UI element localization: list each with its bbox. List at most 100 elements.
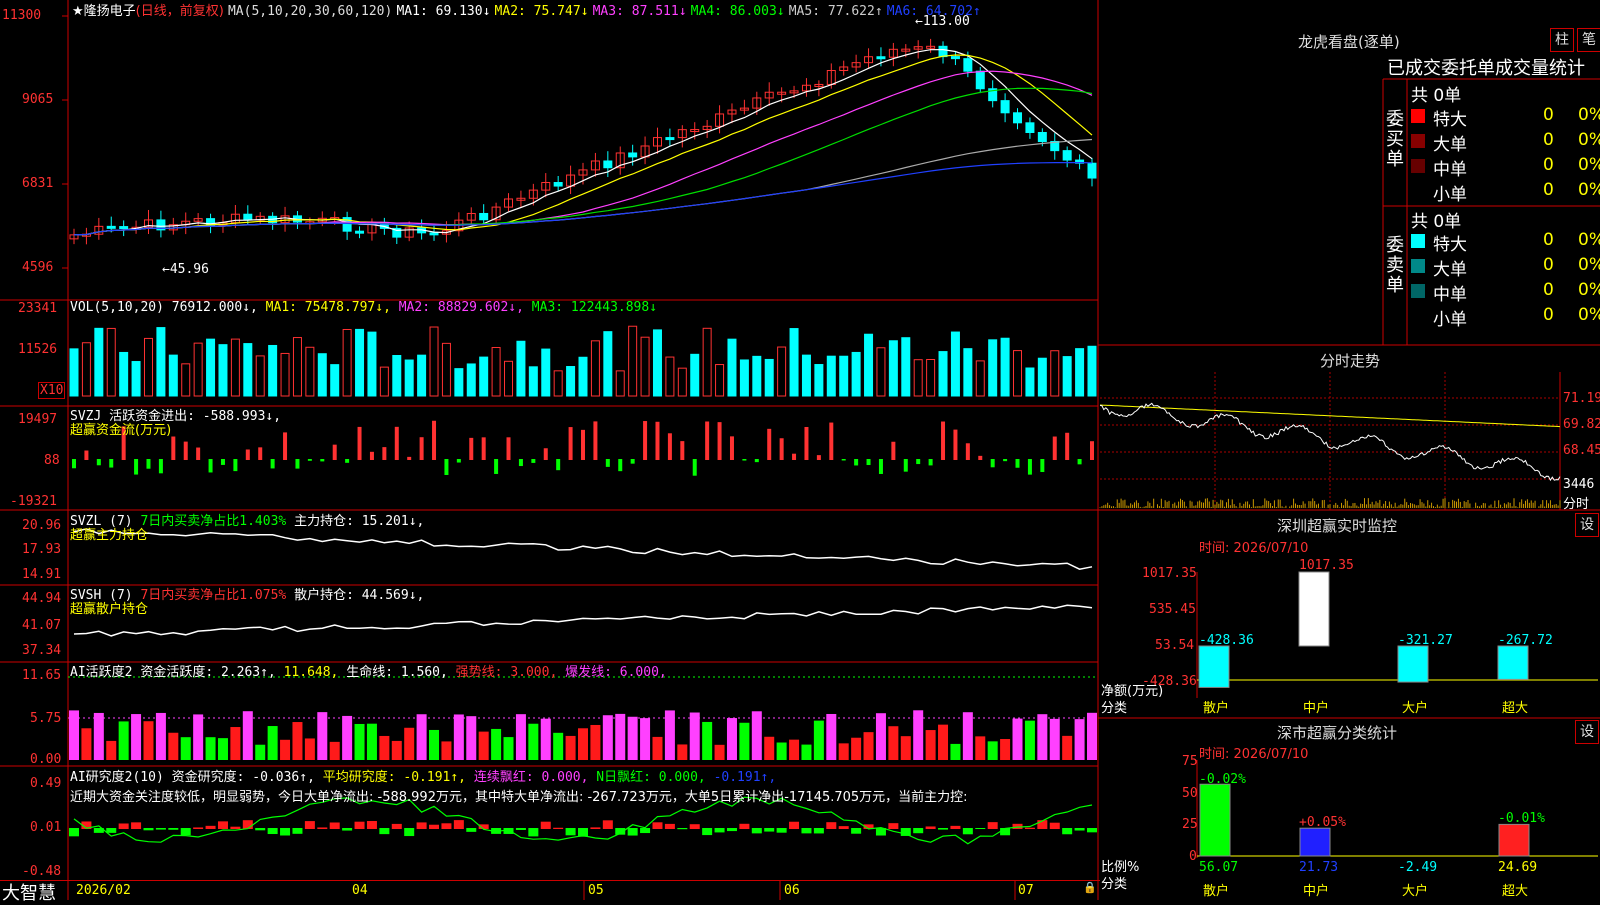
volume-bar: [702, 327, 712, 397]
classify-settings-button[interactable]: 设: [1575, 720, 1599, 744]
research-bar: [267, 828, 278, 835]
research-bar: [751, 828, 762, 834]
research-bar: [1062, 828, 1073, 835]
research-bar: [354, 821, 365, 829]
flow-bar: [543, 448, 548, 460]
activity-bar: [217, 738, 228, 760]
ma1-value: MA1: 69.130↓: [396, 4, 491, 19]
research-bar: [851, 828, 862, 834]
monitor-tick: 1017.35: [1142, 566, 1197, 581]
research-bar: [553, 827, 564, 829]
monitor-value: -267.72: [1498, 633, 1553, 648]
lock-icon[interactable]: 🔒: [1083, 881, 1097, 894]
activity-bar: [764, 736, 775, 760]
volume-bar: [243, 343, 253, 397]
tick-view-button[interactable]: 笔: [1577, 28, 1600, 52]
flow-bar: [146, 459, 151, 469]
candle: [938, 45, 948, 58]
research-bar: [205, 825, 216, 829]
column-view-button[interactable]: 柱: [1550, 28, 1574, 52]
activity-bar: [540, 718, 551, 760]
flow-bar: [581, 429, 585, 460]
flow-bar: [903, 459, 908, 472]
volume-bar: [1062, 356, 1072, 397]
research-bar: [826, 822, 837, 829]
activity-bar: [267, 726, 278, 760]
volume-bar: [628, 325, 638, 397]
research-bar: [391, 823, 402, 829]
activity-bar: [478, 731, 489, 760]
svzj-sub: 超赢资金流(万元): [70, 423, 172, 438]
ai2-last: -0.191↑,: [713, 770, 777, 785]
monitor-value: 1017.35: [1299, 558, 1354, 573]
stock-name[interactable]: 隆扬电子: [84, 4, 136, 19]
volume-bar: [292, 337, 302, 397]
volume-bar: [143, 337, 153, 397]
activity-bar: [640, 718, 651, 760]
flow-bar: [220, 459, 225, 465]
ma5-value: MA5: 77.622↑: [788, 4, 883, 19]
activity-bar: [925, 730, 936, 760]
activity-bar: [1037, 714, 1048, 760]
svzj-tick: 19497: [18, 412, 58, 427]
research-bar: [975, 828, 986, 830]
monitor-settings-button[interactable]: 设: [1575, 513, 1599, 537]
vol-unit[interactable]: X10: [38, 382, 66, 399]
research-bar: [565, 828, 576, 836]
flow-bar: [183, 441, 188, 460]
research-bar: [776, 828, 787, 833]
volume-bar: [156, 327, 166, 397]
flow-bar: [419, 437, 424, 460]
research-bar: [242, 820, 253, 829]
price-tick: 11300: [2, 8, 42, 23]
research-bar: [739, 823, 750, 829]
flow-bar: [469, 437, 474, 460]
intraday-tick: 71.19: [1563, 391, 1600, 406]
monitor-bar: [1497, 645, 1529, 680]
lhb-row-n: 0: [1543, 230, 1554, 250]
candle: [553, 182, 563, 187]
volume-bar: [81, 342, 91, 397]
ai1-burst: 爆发线: 6.000,: [565, 665, 667, 680]
volume-bar: [888, 340, 898, 397]
flow-bar: [394, 426, 399, 460]
volume-bar: [454, 368, 464, 397]
candle: [355, 230, 365, 234]
classify-tick: 25: [1182, 817, 1198, 832]
activity-bar: [143, 721, 154, 760]
legend-swatch: [1411, 184, 1425, 198]
volume-bar: [206, 338, 216, 397]
research-bar: [230, 826, 241, 829]
svsh-sub: 超赢散户持仓: [70, 602, 149, 617]
brand-logo[interactable]: 大智慧: [2, 879, 56, 905]
lhb-tabs[interactable]: 已成交委托单成交量统计: [1387, 54, 1585, 80]
lhb-row-n: 0: [1543, 130, 1554, 150]
activity-bar: [950, 743, 961, 760]
flow-bar: [332, 444, 337, 460]
monitor-category: 大户: [1402, 701, 1429, 716]
flow-bar: [531, 459, 536, 463]
research-bar: [838, 826, 849, 829]
kline-mode[interactable]: (日线，前复权): [136, 4, 224, 19]
research-bar: [118, 823, 129, 829]
activity-bar: [491, 728, 502, 760]
lhb-row-p: 0%: [1578, 155, 1600, 175]
research-bar: [441, 823, 452, 829]
candle: [243, 213, 253, 221]
ai2-header: AI研究度2(10) 资金研究度: -0.036↑, 平均研究度: -0.191…: [70, 766, 776, 785]
lhb-row-p: 0%: [1578, 105, 1600, 125]
vol-tick: 23341: [18, 301, 58, 316]
vol-label: VOL(5,10,20): [70, 300, 164, 315]
kline-chart[interactable]: [0, 0, 1100, 900]
candle: [119, 226, 129, 230]
volume-bar: [975, 360, 985, 397]
activity-bar: [168, 732, 179, 760]
volume-bar: [851, 351, 861, 397]
ai1-strong: 强势线: 3.000,: [455, 665, 558, 680]
ai1-act: 资金活跃度: 2.263↑,: [140, 665, 276, 680]
activity-bar: [379, 735, 390, 760]
activity-bar: [987, 741, 998, 760]
research-bar: [913, 828, 924, 834]
intraday-title: 分时走势: [1320, 352, 1381, 370]
monitor-category: 中户: [1303, 701, 1330, 716]
